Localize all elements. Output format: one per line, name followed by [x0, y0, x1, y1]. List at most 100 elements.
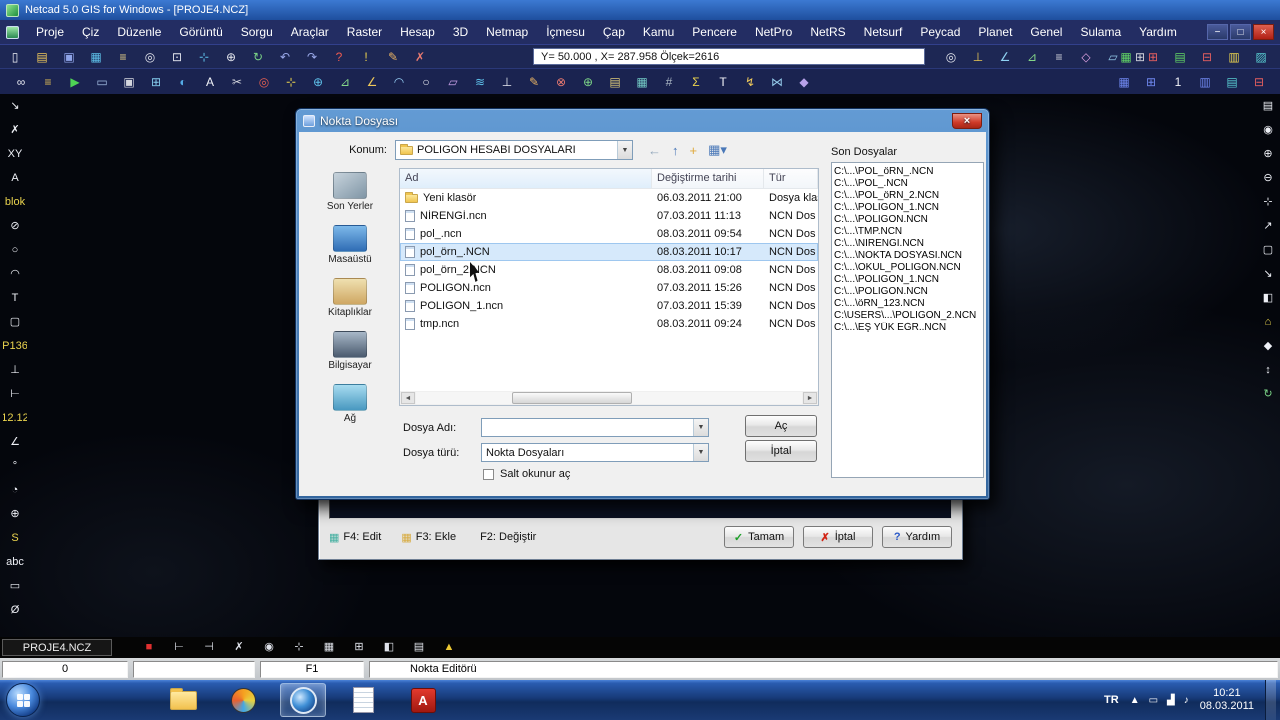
menu-item[interactable]: Araçlar: [282, 21, 338, 43]
corner-icon[interactable]: ↘: [1256, 264, 1280, 284]
file-row[interactable]: Yeni klasör 06.03.2011 21:00 Dosya klas: [400, 189, 818, 207]
menu-item[interactable]: Proje: [27, 21, 73, 43]
perpendicular-icon[interactable]: ⊥: [498, 73, 516, 91]
menu-item[interactable]: Netmap: [477, 21, 537, 43]
coordinate-icon[interactable]: XY: [3, 144, 27, 164]
function-key-button[interactable]: F2: Değiştir: [476, 531, 536, 544]
circle-node-icon[interactable]: ◉: [260, 639, 278, 657]
spline-icon[interactable]: S: [3, 528, 27, 548]
horizontal-scrollbar[interactable]: ◄ ►: [400, 391, 818, 405]
recent-file-item[interactable]: C:\...\EŞ YÜK EĞR..NCN: [834, 322, 981, 334]
layout-icon[interactable]: ▤: [1256, 96, 1280, 116]
sheet-remove-icon[interactable]: ⊟: [1198, 48, 1216, 66]
show-hidden-icons-icon[interactable]: ▲: [1130, 695, 1140, 706]
sum-icon[interactable]: Σ: [687, 73, 705, 91]
place-item[interactable]: Bilgisayar: [307, 331, 393, 371]
sheet-edit-icon[interactable]: ▥: [1225, 48, 1243, 66]
views-icon[interactable]: ▦▾: [708, 142, 727, 158]
diameter-icon[interactable]: Ø: [3, 600, 27, 620]
move-icon[interactable]: ⊕: [222, 48, 240, 66]
draw-icon[interactable]: ✎: [525, 73, 543, 91]
menu-item[interactable]: NetPro: [746, 21, 801, 43]
edit-icon[interactable]: ✎: [384, 48, 402, 66]
recent-file-item[interactable]: C:\...\POLIGON_1.NCN: [834, 202, 981, 214]
column-header-date[interactable]: Değiştirme tarihi: [652, 169, 764, 188]
rotate-icon[interactable]: ↻: [249, 48, 267, 66]
function-key-button[interactable]: ▦ F3: Ekle: [401, 531, 456, 544]
measure-icon[interactable]: 12.12: [3, 408, 27, 428]
grid-blue-icon[interactable]: ▦: [1115, 73, 1133, 91]
no-draw-icon[interactable]: ⊘: [3, 216, 27, 236]
recent-file-item[interactable]: C:\USERS\...\POLIGON_2.NCN: [834, 310, 981, 322]
volume-icon[interactable]: ♪: [1184, 695, 1189, 706]
refresh-icon[interactable]: ↻: [1256, 384, 1280, 404]
media-player-icon[interactable]: [220, 683, 266, 717]
menu-item[interactable]: 3D: [444, 21, 477, 43]
run-icon[interactable]: ▶: [66, 73, 84, 91]
location-combobox[interactable]: POLIGON HESABI DOSYALARI ▼: [395, 140, 633, 160]
file-row[interactable]: POLIGON.ncn 07.03.2011 15:26 NCN Dos: [400, 279, 818, 297]
triangle-icon[interactable]: ⊿: [1023, 48, 1041, 66]
filetype-combobox[interactable]: Nokta Dosyaları ▼: [481, 443, 709, 462]
menu-item[interactable]: Sorgu: [232, 21, 282, 43]
select-icon[interactable]: ↘: [3, 96, 27, 116]
target-icon[interactable]: ◎: [255, 73, 273, 91]
scroll-left-icon[interactable]: ◄: [401, 392, 415, 404]
table-remove-icon[interactable]: ⊞: [1144, 48, 1162, 66]
recent-file-item[interactable]: C:\...\NİRENGİ.NCN: [834, 238, 981, 250]
cross-icon[interactable]: ⊹: [282, 73, 300, 91]
drawing-canvas[interactable]: ↘ ✗ XY Ablok ⊘ ○ ◠ T ▢ P136 ⊥ ⊢ 12.12 ∠ ° ◔ ⊕ Sabc ▭ Ø ▤ ◉ ⊕ ⊖…: [0, 94, 1280, 637]
sheet-teal-icon[interactable]: ▤: [1223, 73, 1241, 91]
scrollbar-thumb[interactable]: [512, 392, 632, 404]
new-folder-icon[interactable]: +: [690, 143, 698, 158]
place-item[interactable]: Masaüstü: [307, 225, 393, 265]
reference-manager-icon[interactable]: ▦: [87, 48, 105, 66]
globe-icon[interactable]: ◐: [174, 73, 192, 91]
file-row[interactable]: POLIGON_1.ncn 07.03.2011 15:39 NCN Dos: [400, 297, 818, 315]
save-project-icon[interactable]: ▣: [60, 48, 78, 66]
open-project-icon[interactable]: ▤: [33, 48, 51, 66]
abc-icon[interactable]: abc: [3, 552, 27, 572]
home-icon[interactable]: ⌂: [1256, 312, 1280, 332]
list-icon[interactable]: ≡: [39, 73, 57, 91]
filename-combobox[interactable]: ▼: [481, 418, 709, 437]
zoom-extents-icon[interactable]: ⊡: [168, 48, 186, 66]
pan-icon[interactable]: ⊹: [195, 48, 213, 66]
pan-hand-icon[interactable]: ⊹: [1256, 192, 1280, 212]
sheet-minus-icon[interactable]: ⊟: [1250, 73, 1268, 91]
scroll-right-icon[interactable]: ►: [803, 392, 817, 404]
plus-grid-icon[interactable]: ⊞: [350, 639, 368, 657]
menu-item[interactable]: Sulama: [1071, 21, 1130, 43]
place-item[interactable]: Son Yerler: [307, 172, 393, 212]
menu-item[interactable]: Kamu: [634, 21, 683, 43]
scale-one-icon[interactable]: 1: [1169, 73, 1187, 91]
sheet-add-icon[interactable]: ▤: [1171, 48, 1189, 66]
delete-icon[interactable]: ✗: [3, 120, 27, 140]
back-icon[interactable]: ←: [648, 143, 661, 158]
zoom-in-icon[interactable]: ⊕: [1256, 144, 1280, 164]
menu-item[interactable]: İçmesu: [537, 21, 594, 43]
recent-file-item[interactable]: C:\...\POLIGON.NCN: [834, 214, 981, 226]
focus-icon[interactable]: ◉: [1256, 120, 1280, 140]
menu-item[interactable]: Netsurf: [855, 21, 912, 43]
display-tray-icon[interactable]: ▭: [1149, 695, 1158, 706]
quarter-circle-icon[interactable]: ◔: [3, 480, 27, 500]
snap-icon[interactable]: ◎: [942, 48, 960, 66]
previous-view-icon[interactable]: ↶: [276, 48, 294, 66]
clock[interactable]: 10:21 08.03.2011: [1200, 687, 1254, 713]
explorer-icon[interactable]: [160, 683, 206, 717]
degree-icon[interactable]: °: [3, 456, 27, 476]
acrobat-icon[interactable]: A: [400, 683, 446, 717]
window-icon[interactable]: ▣: [120, 73, 138, 91]
up-folder-icon[interactable]: ↑: [672, 143, 679, 158]
table-add-icon[interactable]: ▦: [1117, 48, 1135, 66]
diamond-icon[interactable]: ◆: [795, 73, 813, 91]
angle-icon[interactable]: ∠: [3, 432, 27, 452]
grid-node-icon[interactable]: ▦: [320, 639, 338, 657]
menu-item[interactable]: Hesap: [391, 21, 444, 43]
column-header-name[interactable]: Ad: [400, 169, 652, 188]
parallelogram-icon[interactable]: ▱: [444, 73, 462, 91]
move-point-icon[interactable]: ⊕: [309, 73, 327, 91]
frame-icon[interactable]: ▢: [3, 312, 27, 332]
sheet-icon[interactable]: ▤: [410, 639, 428, 657]
